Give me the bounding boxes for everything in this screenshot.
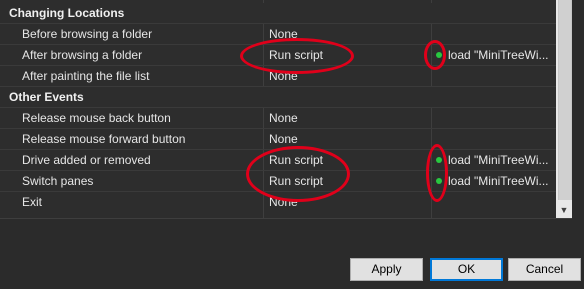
event-label: Before browsing a folder (22, 27, 153, 41)
event-label: After painting the file list (22, 69, 150, 83)
event-action[interactable]: None (269, 132, 298, 146)
event-label: After browsing a folder (22, 48, 143, 62)
group-header-label: Other Events (9, 90, 84, 104)
event-action[interactable]: None (269, 111, 298, 125)
event-detail: load "MiniTreeWi... (436, 153, 549, 167)
group-header: Other Events (0, 87, 572, 108)
event-label: Exit (22, 195, 43, 209)
apply-button[interactable]: Apply (350, 258, 423, 281)
event-label: Release mouse forward button (22, 132, 186, 146)
annotation-circle (246, 146, 350, 202)
group-header-label: Changing Locations (9, 6, 125, 20)
event-label: Drive added or removed (22, 153, 151, 167)
chevron-down-icon[interactable]: ▼ (556, 202, 572, 218)
event-label: Release mouse back button (22, 111, 171, 125)
group-header: Changing Locations (0, 3, 572, 24)
event-detail: load "MiniTreeWi... (436, 48, 549, 62)
ok-button[interactable]: OK (430, 258, 503, 281)
annotation-circle (240, 38, 354, 74)
event-label: Switch panes (22, 174, 94, 188)
event-detail: load "MiniTreeWi... (436, 174, 549, 188)
cancel-button[interactable]: Cancel (508, 258, 581, 281)
scrollbar-thumb[interactable] (558, 0, 572, 200)
annotation-circle (426, 144, 448, 202)
event-row[interactable]: Release mouse back button None (0, 108, 572, 129)
annotation-circle (424, 40, 446, 70)
